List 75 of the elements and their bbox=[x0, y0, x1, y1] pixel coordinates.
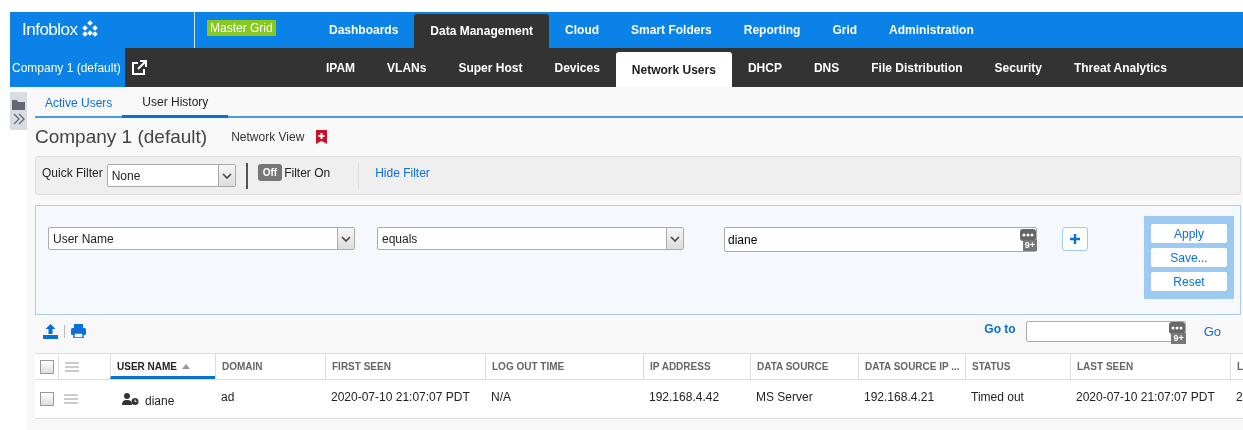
table-cell: ad bbox=[221, 390, 235, 404]
network-view-label: Network View bbox=[231, 130, 305, 144]
sub-nav-tab[interactable]: Network Users bbox=[615, 52, 732, 87]
bookmark-plus-icon[interactable] bbox=[316, 130, 328, 144]
page-tab[interactable]: Active Users bbox=[35, 96, 123, 116]
filter-action-button[interactable]: Save... bbox=[1151, 248, 1227, 267]
column-header[interactable]: STATUS bbox=[965, 354, 1070, 379]
table-cell: 2020-07-10 21:07:07 PDT bbox=[331, 390, 470, 404]
column-header[interactable]: LOG OUT TIME bbox=[485, 354, 643, 379]
go-link[interactable]: Go bbox=[1203, 323, 1221, 339]
main-nav-tab[interactable]: Dashboards bbox=[313, 12, 415, 48]
column-header[interactable]: IP ADDRESS bbox=[643, 354, 750, 379]
sub-nav-tab[interactable]: DNS bbox=[797, 48, 856, 87]
column-header[interactable]: DATA SOURCE bbox=[750, 354, 858, 379]
field-dropdown[interactable]: User Name bbox=[48, 227, 355, 250]
user-clock-icon bbox=[122, 393, 139, 405]
column-header[interactable]: DATA SOURCE IP ... bbox=[858, 354, 965, 379]
table-cell: 2 bbox=[1236, 390, 1243, 404]
filter-action-button[interactable]: Reset bbox=[1151, 272, 1227, 291]
sub-nav-tab[interactable]: Super Host bbox=[442, 48, 539, 87]
page-tab[interactable]: User History bbox=[122, 95, 229, 118]
quick-filter-dropdown[interactable]: None bbox=[106, 164, 236, 187]
sub-nav-tab[interactable]: File Distribution bbox=[855, 48, 979, 87]
main-nav-tab[interactable]: Smart Folders bbox=[615, 12, 728, 48]
count-badge: 9+ bbox=[1022, 240, 1037, 251]
sub-nav-tab[interactable]: Security bbox=[978, 48, 1058, 87]
chevron-down-icon[interactable] bbox=[221, 172, 232, 179]
quick-filter-label: Quick Filter bbox=[42, 165, 103, 180]
column-header[interactable]: L bbox=[1230, 354, 1243, 379]
chevron-down-icon[interactable] bbox=[341, 235, 351, 242]
export-icon[interactable] bbox=[43, 323, 58, 339]
main-nav-tab[interactable]: Reporting bbox=[727, 12, 817, 48]
sub-nav-tab[interactable]: Devices bbox=[538, 48, 616, 87]
add-rule-button[interactable] bbox=[1062, 227, 1088, 251]
plus-icon bbox=[1070, 234, 1080, 244]
print-icon[interactable] bbox=[71, 324, 86, 338]
sub-nav-tab[interactable]: DHCP bbox=[731, 48, 798, 87]
main-nav-tab[interactable]: Administration bbox=[873, 12, 990, 48]
filter-state-label: Filter On bbox=[284, 165, 331, 180]
column-header[interactable]: LAST SEEN bbox=[1070, 354, 1230, 379]
more-options-icon[interactable] bbox=[1020, 229, 1036, 241]
external-link-icon[interactable] bbox=[130, 59, 147, 76]
main-nav-tab[interactable]: Data Management bbox=[414, 14, 550, 48]
row-checkbox[interactable] bbox=[39, 392, 54, 406]
table-cell: 192.168.4.42 bbox=[649, 390, 720, 404]
table-cell: diane bbox=[145, 394, 175, 408]
table-cell: N/A bbox=[491, 390, 511, 404]
column-header[interactable]: DOMAIN bbox=[215, 354, 325, 379]
sub-nav-tab[interactable]: VLANs bbox=[371, 48, 443, 87]
go-to-label: Go to bbox=[984, 322, 1016, 336]
select-all-checkbox[interactable] bbox=[39, 359, 54, 374]
brand-name: Infoblox bbox=[22, 20, 78, 40]
table-cell: Timed out bbox=[971, 390, 1024, 404]
double-chevron-icon bbox=[12, 113, 25, 125]
page-title: Company 1 (default) bbox=[35, 126, 208, 148]
table-cell: 192.168.4.21 bbox=[864, 390, 935, 404]
filter-toggle[interactable]: Off bbox=[257, 164, 283, 181]
grid-badge: Master Grid bbox=[207, 20, 276, 36]
table-cell: 2020-07-10 21:07:07 PDT bbox=[1076, 390, 1215, 404]
main-nav-tab[interactable]: Grid bbox=[816, 12, 874, 48]
count-badge: 9+ bbox=[1171, 332, 1186, 344]
column-header[interactable]: USER NAME bbox=[110, 354, 215, 379]
filter-action-button[interactable]: Apply bbox=[1151, 224, 1227, 243]
main-nav-tab[interactable]: Cloud bbox=[549, 12, 616, 48]
folder-icon bbox=[11, 99, 26, 110]
table-cell: MS Server bbox=[756, 390, 813, 404]
sub-nav-tab[interactable]: IPAM bbox=[310, 48, 372, 87]
context-label[interactable]: Company 1 (default) bbox=[10, 48, 125, 87]
go-to-field[interactable] bbox=[1025, 320, 1186, 342]
sidebar-toggle[interactable] bbox=[10, 92, 27, 130]
chevron-down-icon[interactable] bbox=[670, 235, 680, 242]
column-header[interactable]: FIRST SEEN bbox=[325, 354, 485, 379]
sub-nav-tab[interactable]: Threat Analytics bbox=[1057, 48, 1183, 87]
hide-filter-link[interactable]: Hide Filter bbox=[375, 165, 430, 180]
operator-dropdown[interactable]: equals bbox=[377, 227, 684, 250]
